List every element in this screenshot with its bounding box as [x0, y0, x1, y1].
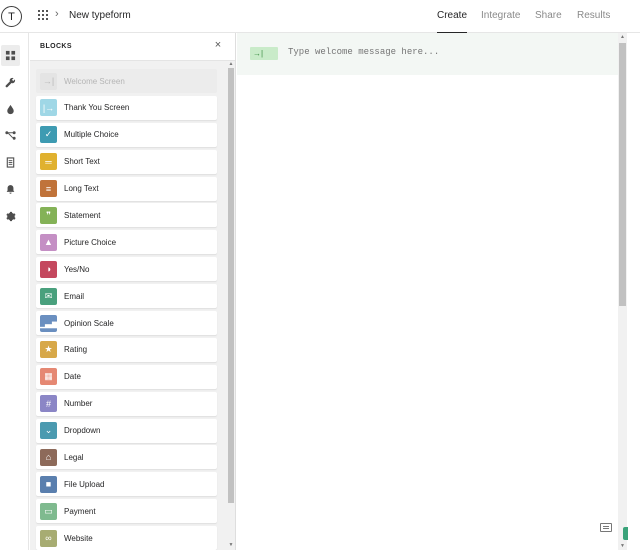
block-type-icon: ★ [40, 341, 57, 359]
block-label: Picture Choice [64, 237, 117, 247]
logo-letter: T [8, 10, 15, 23]
wrench-icon [5, 77, 16, 88]
block-type-icon: ◑ [40, 260, 57, 278]
scroll-up-arrow-icon[interactable]: ▲ [618, 34, 627, 40]
block-label: File Upload [64, 479, 105, 489]
canvas-scrollbar[interactable]: ▲ ▼ [618, 33, 627, 550]
block-item[interactable]: ■ File Upload [36, 472, 217, 497]
welcome-message-input[interactable] [288, 47, 588, 57]
block-type-icon: ▭ [40, 502, 57, 520]
block-item[interactable]: ⌄ Dropdown [36, 418, 217, 443]
block-type-icon: ■ [40, 475, 57, 493]
rail-design-button[interactable] [1, 99, 20, 120]
block-label: Opinion Scale [64, 318, 114, 328]
blocks-grid-icon [5, 50, 16, 61]
apps-grid-icon[interactable] [38, 10, 48, 20]
scroll-down-arrow-icon[interactable]: ▼ [228, 542, 234, 548]
block-type-icon: ✉ [40, 287, 57, 305]
blocks-panel-scrollbar[interactable]: ▲ ▼ [226, 61, 235, 550]
block-type-icon: ⌄ [40, 422, 57, 440]
block-item[interactable]: ★ Rating [36, 337, 217, 362]
blocks-panel: BLOCKS × →| Welcome Screen |→ Thank You Scr… [30, 33, 236, 550]
block-type-icon: ✓ [40, 126, 57, 144]
help-tab[interactable] [623, 527, 628, 540]
tab-results[interactable]: Results [577, 0, 610, 33]
block-list: →| Welcome Screen |→ Thank You Screen ✓ Multi… [36, 69, 218, 550]
blocks-panel-header: BLOCKS × [30, 33, 235, 61]
welcome-screen-icon: →| [250, 47, 278, 60]
block-item[interactable]: ◑ Yes/No [36, 257, 217, 282]
document-icon [6, 157, 15, 168]
rail-notifications-button[interactable] [1, 179, 20, 200]
block-label: Email [64, 291, 85, 301]
form-title[interactable]: New typeform [69, 10, 131, 21]
block-item[interactable]: ✉ Email [36, 284, 217, 309]
block-item[interactable]: ▭ Payment [36, 499, 217, 524]
block-label: Thank You Screen [64, 103, 130, 113]
bell-icon [6, 185, 15, 194]
block-type-icon: ∞ [40, 529, 57, 547]
typeform-logo[interactable]: T [1, 6, 22, 27]
block-type-icon: ≡ [40, 180, 57, 198]
block-label: Statement [64, 210, 101, 220]
block-type-icon: ▁▃▅ [38, 314, 59, 332]
blocks-panel-title: BLOCKS [40, 43, 72, 50]
block-type-icon: ▲ [40, 233, 57, 251]
block-label: Payment [64, 506, 96, 516]
block-type-icon: ⌂ [40, 448, 57, 466]
block-item[interactable]: ❞ Statement [36, 203, 217, 228]
scroll-up-arrow-icon[interactable]: ▲ [228, 61, 234, 67]
block-item[interactable]: ▲ Picture Choice [36, 230, 217, 255]
scrollbar-thumb[interactable] [619, 43, 626, 306]
block-item[interactable]: ═ Short Text [36, 149, 217, 174]
block-label: Date [64, 372, 81, 382]
gear-icon [6, 211, 16, 222]
welcome-screen-row[interactable]: →| [237, 33, 618, 75]
block-item[interactable]: # Number [36, 391, 217, 416]
tab-create[interactable]: Create [437, 0, 468, 34]
block-type-icon: ═ [40, 153, 57, 171]
rail-outline-button[interactable] [1, 152, 20, 173]
block-item[interactable]: ∞ Website [36, 526, 217, 550]
logic-branch-icon [5, 131, 16, 140]
rail-blocks-button[interactable] [1, 45, 20, 66]
tab-share[interactable]: Share [535, 0, 562, 33]
block-label: Website [64, 533, 93, 543]
rail-settings-button[interactable] [1, 206, 20, 227]
block-item[interactable]: ✓ Multiple Choice [36, 122, 217, 147]
keyboard-icon[interactable] [600, 523, 612, 532]
block-label: Long Text [64, 184, 99, 194]
form-canvas: →| ▲ ▼ [237, 33, 640, 550]
rail-logic-button[interactable] [1, 125, 20, 146]
left-rail [0, 33, 29, 550]
block-label: Rating [64, 345, 88, 355]
block-label: Number [64, 399, 93, 409]
block-item[interactable]: ≡ Long Text [36, 176, 217, 201]
block-type-icon: # [40, 395, 57, 413]
block-label: Yes/No [64, 264, 90, 274]
block-item[interactable]: ▁▃▅ Opinion Scale [36, 311, 217, 336]
top-bar: T › New typeform Create Integrate Share … [0, 0, 640, 34]
block-label: Welcome Screen [64, 76, 125, 86]
block-label: Short Text [64, 157, 100, 167]
block-type-icon: →| [40, 72, 57, 90]
block-label: Dropdown [64, 426, 101, 436]
block-type-icon: ▦ [40, 368, 57, 386]
block-label: Legal [64, 452, 84, 462]
block-item[interactable]: ▦ Date [36, 364, 217, 389]
tab-integrate[interactable]: Integrate [481, 0, 520, 33]
rail-settings-wrench-button[interactable] [1, 72, 20, 93]
block-item: →| Welcome Screen [36, 69, 217, 93]
block-item[interactable]: ⌂ Legal [36, 445, 217, 470]
chevron-right-icon: › [55, 8, 59, 20]
block-type-icon: |→ [40, 99, 57, 117]
close-icon[interactable]: × [212, 39, 224, 51]
scroll-down-arrow-icon[interactable]: ▼ [618, 543, 627, 549]
block-label: Multiple Choice [64, 130, 119, 140]
drop-icon [7, 104, 14, 115]
block-type-icon: ❞ [40, 206, 57, 224]
scrollbar-thumb[interactable] [228, 68, 234, 503]
block-item[interactable]: |→ Thank You Screen [36, 95, 217, 120]
